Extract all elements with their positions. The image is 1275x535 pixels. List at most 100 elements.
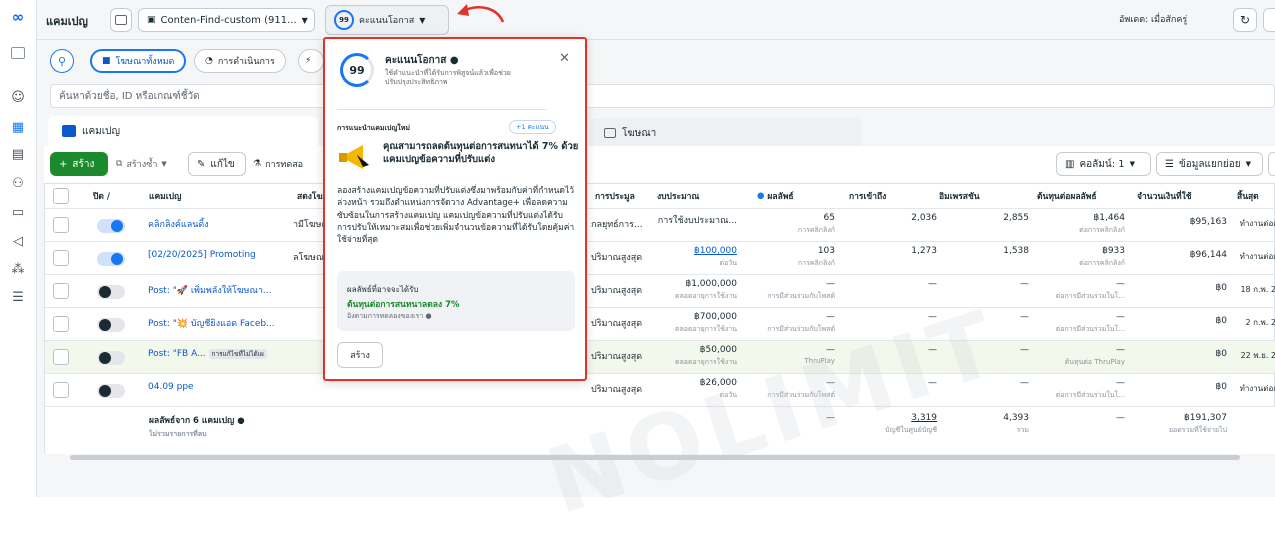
ends-cell: ทำงานต่อเ	[1239, 384, 1275, 393]
chip-lightning[interactable]: ⚡	[298, 49, 324, 73]
search-icon[interactable]: ⚲	[50, 49, 74, 73]
col-campaign[interactable]: แคมเปญ	[145, 184, 280, 208]
reach-cell: 1,273	[911, 246, 937, 256]
col-onoff[interactable]: ปิด /	[89, 184, 129, 208]
account-overview-icon[interactable]	[9, 44, 27, 62]
chevron-down-icon: ▼	[301, 15, 308, 25]
campaign-name-link[interactable]: คลิกลิงค์แลนดิ้ง	[148, 217, 288, 231]
impressions-cell: 1,538	[1003, 246, 1029, 256]
row-checkbox[interactable]	[53, 349, 69, 365]
popover-create-button[interactable]: สร้าง	[337, 342, 383, 368]
select-all-checkbox[interactable]	[53, 188, 69, 204]
folder-icon	[62, 125, 76, 137]
more-button[interactable]	[1263, 8, 1275, 32]
row-checkbox[interactable]	[53, 316, 69, 332]
budget-cell: ฿1,000,000 ตลอดอายุการใช้งาน	[674, 279, 737, 300]
campaign-toggle[interactable]	[97, 285, 125, 299]
breakdown-icon: ☰	[1165, 158, 1174, 170]
columns-select[interactable]: ▥ คอลัมน์: 1 ▼	[1056, 152, 1151, 176]
close-icon[interactable]: ✕	[559, 51, 570, 66]
edit-button[interactable]: ✎ แก้ไข	[188, 152, 246, 176]
campaign-toggle[interactable]	[97, 318, 125, 332]
ads-manager-table-icon[interactable]: ▦	[9, 118, 27, 136]
row-checkbox[interactable]	[53, 217, 69, 233]
impressions-cell: —	[1020, 312, 1029, 322]
horizontal-scrollbar[interactable]	[70, 455, 1240, 460]
top-bar: แคมเปญ ▣ Conten-Find-custom (911... ▼ 99…	[37, 0, 1275, 40]
tab-ads[interactable]: โฆษณา	[590, 118, 862, 148]
col-ends[interactable]: สิ้นสุด	[1233, 184, 1275, 208]
recommendation-body: ลองสร้างแคมเปญข้อความที่ปรับแต่งซึ่งมาพร…	[337, 186, 575, 246]
spent-cell: ฿0	[1215, 382, 1227, 392]
account-icon: ▣	[147, 15, 156, 25]
info-icon: ●	[425, 312, 432, 320]
menu-icon[interactable]: ☰	[9, 288, 27, 306]
campaign-name-link[interactable]: 04.09 ppe	[148, 382, 288, 392]
table-row[interactable]: 04.09 ppe ปริมาณสูงสุด ฿26,000 ต่อวัน — การมี…	[45, 373, 1275, 406]
table-row[interactable]: Post: "FB A... การแก้ไขที่ไม่ได้เผ ปริมาณ…	[45, 340, 1275, 373]
refresh-button[interactable]: ↻	[1233, 8, 1257, 32]
campaign-name-link[interactable]: Post: "🚀 เพิ่มพลังให้โฆษณา...	[148, 283, 288, 297]
col-budget[interactable]: งบประมาณ	[653, 184, 743, 208]
campaign-toggle[interactable]	[97, 384, 125, 398]
bid-cell: ปริมาณสูงสุด	[591, 319, 643, 329]
duplicate-button[interactable]: ⧉ สร้างซ้ำ ▼	[116, 152, 167, 176]
campaign-toggle[interactable]	[97, 219, 125, 233]
table-row[interactable]: Post: "🚀 เพิ่มพลังให้โฆษณา... ปริมาณสูงสุ…	[45, 274, 1275, 307]
col-cost-per-result[interactable]: ต้นทุนต่อผลลัพธ์	[1033, 184, 1133, 208]
row-checkbox[interactable]	[53, 283, 69, 299]
billing-card-icon[interactable]: ▭	[9, 203, 27, 221]
ab-test-button[interactable]: ⚗ การทดสอ	[253, 152, 323, 176]
col-spent[interactable]: จำนวนเงินที่ใช้	[1133, 184, 1228, 208]
table-row[interactable]: คลิกลิงค์แลนดิ้ง ามีโฆษณ กลยุทธ์การ... การใ…	[45, 208, 1275, 241]
campaign-name-link[interactable]: Post: "💥 บัญชียิงแอด Faceb...	[148, 316, 288, 330]
create-button[interactable]: + สร้าง	[50, 152, 108, 176]
toggle-knob	[111, 220, 123, 232]
table-row[interactable]: [02/20/2025] Promoting ลโฆษณ ปริมาณสูงสุด฿…	[45, 241, 1275, 274]
annotation-arrow-icon	[457, 4, 505, 23]
chip-all-ads[interactable]: ■ โฆษณาทั้งหมด	[90, 49, 187, 73]
col-impressions[interactable]: อิมเพรสชัน	[935, 184, 1025, 208]
spent-cell: ฿0	[1215, 316, 1227, 326]
bid-cell: ปริมาณสูงสุด	[591, 352, 643, 362]
toggle-knob	[99, 385, 111, 397]
chip-in-progress[interactable]: ◔ การดำเนินการ	[194, 49, 286, 73]
score-ring: 99	[340, 53, 374, 87]
meta-logo-icon[interactable]: ∞	[9, 8, 27, 26]
campaign-name-link[interactable]: Post: "FB A... การแก้ไขที่ไม่ได้เผ	[148, 349, 288, 359]
campaign-name-link[interactable]: [02/20/2025] Promoting	[148, 250, 288, 260]
breakdown-select[interactable]: ☰ ข้อมูลแยกย่อย ▼	[1156, 152, 1263, 176]
cpr-cell: ฿1,464 ต่อการคลิกลิงก์	[1079, 213, 1125, 234]
emoji-icon[interactable]: ☺	[9, 88, 27, 106]
ad-icon	[604, 128, 616, 138]
pencil-icon: ✎	[197, 158, 206, 170]
chevron-down-icon: ▼	[161, 160, 167, 168]
info-icon: ●	[237, 416, 245, 426]
refresh-icon: ↻	[1239, 13, 1251, 27]
more-toolbar-button[interactable]	[1268, 152, 1275, 176]
account-select[interactable]: ▣ Conten-Find-custom (911... ▼	[138, 8, 315, 32]
col-bid[interactable]: การประมูล	[591, 184, 651, 208]
col-reach[interactable]: การเข้าถึง	[845, 184, 935, 208]
network-icon[interactable]: ⁂	[9, 260, 27, 278]
campaign-toggle[interactable]	[97, 252, 125, 266]
search-input[interactable]: ค้นหาด้วยชื่อ, ID หรือเกณฑ์ชี้วัด	[50, 84, 1275, 108]
sidebar-toggle-button[interactable]	[110, 8, 132, 32]
opportunity-score-button[interactable]: 99 คะแนนโอกาส ▼	[325, 5, 449, 35]
ends-cell: ทำงานต่อเ	[1239, 219, 1275, 228]
document-icon[interactable]: ▤	[9, 145, 27, 163]
row-checkbox[interactable]	[53, 382, 69, 398]
budget-cell: ฿26,000 ต่อวัน	[699, 378, 737, 399]
lightning-icon: ⚡	[305, 56, 312, 66]
row-checkbox[interactable]	[53, 250, 69, 266]
reach-cell: —	[928, 312, 937, 322]
table-row[interactable]: Post: "💥 บัญชียิงแอด Faceb... ปริมาณสูงสุ…	[45, 307, 1275, 340]
results-cell: — ThruPlay	[804, 345, 835, 365]
result-box: ผลลัพธ์ที่อาจจะได้รับ ต้นทุนต่อการสนทนาล…	[337, 271, 575, 331]
campaign-toggle[interactable]	[97, 351, 125, 365]
tab-campaigns[interactable]: แคมเปญ	[48, 116, 318, 146]
audience-icon[interactable]: ⚇	[9, 174, 27, 192]
bid-cell: ปริมาณสูงสุด	[591, 286, 643, 296]
col-results[interactable]: ● ผลลัพธ์	[753, 184, 843, 208]
megaphone-icon[interactable]: ◁	[9, 232, 27, 250]
